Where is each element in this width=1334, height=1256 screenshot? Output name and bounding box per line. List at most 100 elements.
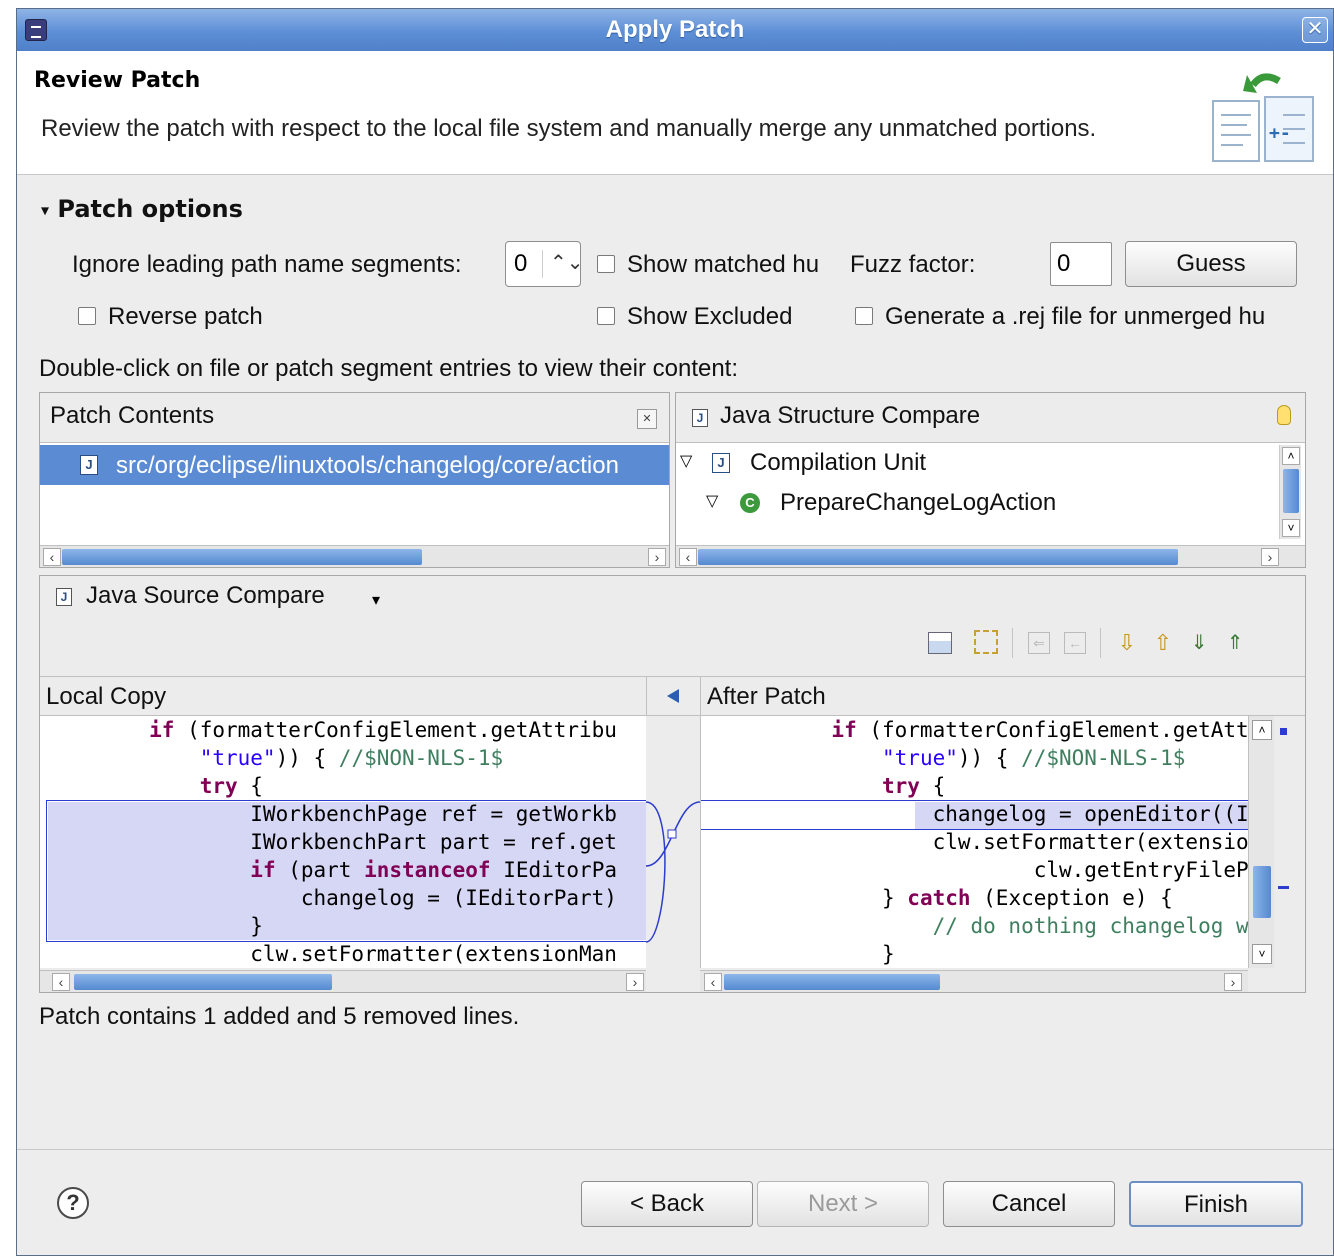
after-patch-header: After Patch: [700, 676, 1305, 716]
page-title: Review Patch: [34, 68, 201, 93]
title-bar: Apply Patch ✕: [17, 9, 1333, 51]
show-excluded-label: Show Excluded: [627, 303, 793, 330]
scroll-right-icon[interactable]: ›: [1224, 973, 1242, 991]
patch-options-label: Patch options: [57, 195, 243, 223]
toolbar-separator: [1012, 628, 1013, 658]
collapse-all-icon[interactable]: ✕: [637, 409, 657, 429]
tree-node-compilation-unit[interactable]: ▽ J Compilation Unit: [680, 449, 1270, 481]
class-label: PrepareChangeLogAction: [780, 489, 1057, 516]
show-excluded-checkbox[interactable]: [597, 307, 615, 325]
finish-button[interactable]: Finish: [1129, 1181, 1303, 1227]
compilation-unit-icon: J: [712, 453, 730, 473]
fuzz-factor-input[interactable]: 0: [1050, 242, 1112, 286]
scroll-thumb[interactable]: [724, 974, 940, 990]
scroll-down-icon[interactable]: ˅: [1282, 519, 1300, 537]
previous-difference-icon[interactable]: ⇧: [1150, 630, 1176, 656]
eclipse-app-icon: [25, 19, 47, 41]
page-description: Review the patch with respect to the loc…: [41, 115, 1097, 142]
patch-contents-header: Patch Contents ✕: [40, 393, 669, 443]
patch-contents-hscrollbar[interactable]: ‹ ›: [40, 545, 669, 567]
scroll-thumb[interactable]: [1253, 866, 1271, 918]
tree-expand-icon[interactable]: ▽: [706, 491, 718, 511]
overview-ruler[interactable]: [1274, 716, 1305, 968]
tree-expand-icon[interactable]: ▽: [680, 451, 692, 471]
scroll-left-icon[interactable]: ‹: [52, 973, 70, 991]
scroll-right-icon[interactable]: ›: [648, 548, 666, 566]
spinner-divider: [542, 250, 543, 278]
change-marker[interactable]: [1280, 728, 1287, 735]
patch-file-item[interactable]: J src/org/eclipse/linuxtools/changelog/c…: [40, 445, 669, 485]
previous-change-icon[interactable]: ⇑: [1222, 630, 1248, 656]
after-patch-editor[interactable]: if (formatterConfigElement.getAtt "true"…: [700, 716, 1248, 968]
after-patch-vscrollbar[interactable]: ˄ ˅: [1248, 716, 1274, 968]
tree-node-class[interactable]: ▽ C PrepareChangeLogAction: [706, 489, 1266, 521]
close-button[interactable]: ✕: [1302, 17, 1328, 43]
collapse-triangle-icon: ▾: [41, 200, 50, 220]
source-compare-pane: J Java Source Compare ▾ ⇐ ← ⇩ ⇧ ⇓ ⇑ Loca…: [39, 575, 1306, 993]
scroll-left-icon[interactable]: ‹: [43, 548, 61, 566]
window-title: Apply Patch: [605, 16, 745, 43]
next-button[interactable]: Next >: [757, 1181, 929, 1227]
svg-text:+-: +-: [1269, 123, 1291, 144]
local-copy-editor[interactable]: if (formatterConfigElement.getAttribu "t…: [40, 716, 646, 968]
after-patch-hscrollbar[interactable]: ‹ ›: [700, 970, 1248, 992]
ignore-segments-spinner[interactable]: 0 ⌃⌄: [505, 241, 584, 287]
scroll-up-icon[interactable]: ˄: [1282, 447, 1300, 465]
structure-compare-title: Java Structure Compare: [720, 402, 981, 429]
back-button[interactable]: < Back: [581, 1181, 753, 1227]
local-copy-header: Local Copy: [40, 676, 646, 716]
java-compare-icon: J: [692, 409, 708, 427]
reverse-patch-label: Reverse patch: [108, 303, 263, 330]
patch-contents-pane: Patch Contents ✕ J src/org/eclipse/linux…: [39, 392, 670, 568]
lightbulb-icon[interactable]: [1277, 405, 1291, 425]
compare-toolbar: ⇐ ← ⇩ ⇧ ⇓ ⇑: [924, 626, 1304, 662]
next-difference-icon[interactable]: ⇩: [1114, 630, 1140, 656]
scroll-left-icon[interactable]: ‹: [704, 973, 722, 991]
cancel-button[interactable]: Cancel: [943, 1181, 1115, 1227]
copy-left-arrow-icon[interactable]: [667, 689, 679, 703]
tree-vscrollbar[interactable]: ˄ ˅: [1279, 445, 1301, 539]
structure-compare-pane: J Java Structure Compare ▽ J Compilation…: [675, 392, 1306, 568]
scroll-right-icon[interactable]: ›: [1261, 548, 1279, 566]
local-copy-title: Local Copy: [46, 683, 167, 710]
patched-code-lines: if (formatterConfigElement.getAtt "true"…: [705, 718, 1248, 966]
local-copy-hscrollbar[interactable]: ‹ ›: [40, 970, 646, 992]
generate-rej-label: Generate a .rej file for unmerged hu: [885, 303, 1266, 330]
generate-rej-checkbox[interactable]: [855, 307, 873, 325]
scroll-left-icon[interactable]: ‹: [679, 548, 697, 566]
patch-options-toggle[interactable]: ▾ Patch options: [41, 195, 243, 223]
structure-hscrollbar[interactable]: ‹ ›: [676, 545, 1305, 567]
footer-separator: [17, 1149, 1333, 1150]
diff-connector: [646, 801, 700, 943]
java-file-icon: J: [80, 455, 98, 475]
show-ancestor-icon[interactable]: [928, 632, 952, 654]
java-source-icon: J: [56, 588, 72, 606]
reverse-patch-checkbox[interactable]: [78, 307, 96, 325]
copy-current-left-icon[interactable]: ←: [1064, 632, 1086, 654]
copy-all-left-icon[interactable]: ⇐: [1028, 632, 1050, 654]
scroll-thumb[interactable]: [74, 974, 332, 990]
ignore-segments-label: Ignore leading path name segments:: [72, 251, 462, 278]
structure-compare-header: J Java Structure Compare: [676, 393, 1305, 443]
change-marker[interactable]: [1278, 886, 1289, 889]
spinner-arrows-icon[interactable]: ⌃⌄: [550, 250, 584, 275]
wizard-header: Review Patch Review the patch with respe…: [17, 51, 1333, 175]
scroll-thumb[interactable]: [1283, 469, 1299, 513]
help-icon[interactable]: ?: [57, 1187, 89, 1219]
patch-wizard-banner-icon: +-: [1212, 73, 1314, 162]
fuzz-factor-label: Fuzz factor:: [850, 251, 976, 278]
scroll-thumb[interactable]: [62, 549, 422, 565]
compilation-unit-label: Compilation Unit: [750, 449, 927, 476]
ignore-whitespace-icon[interactable]: [974, 630, 998, 654]
source-compare-title: Java Source Compare: [86, 582, 325, 609]
instruction-text: Double-click on file or patch segment en…: [39, 355, 739, 382]
scroll-thumb[interactable]: [698, 549, 1178, 565]
show-matched-checkbox[interactable]: [597, 255, 615, 273]
dropdown-arrow-icon[interactable]: ▾: [372, 590, 380, 610]
guess-button[interactable]: Guess: [1125, 241, 1297, 287]
scroll-right-icon[interactable]: ›: [626, 973, 644, 991]
scroll-up-icon[interactable]: ˄: [1252, 720, 1272, 740]
scroll-down-icon[interactable]: ˅: [1252, 944, 1272, 964]
next-change-icon[interactable]: ⇓: [1186, 630, 1212, 656]
apply-patch-dialog: Apply Patch ✕ Review Patch Review the pa…: [16, 8, 1334, 1256]
